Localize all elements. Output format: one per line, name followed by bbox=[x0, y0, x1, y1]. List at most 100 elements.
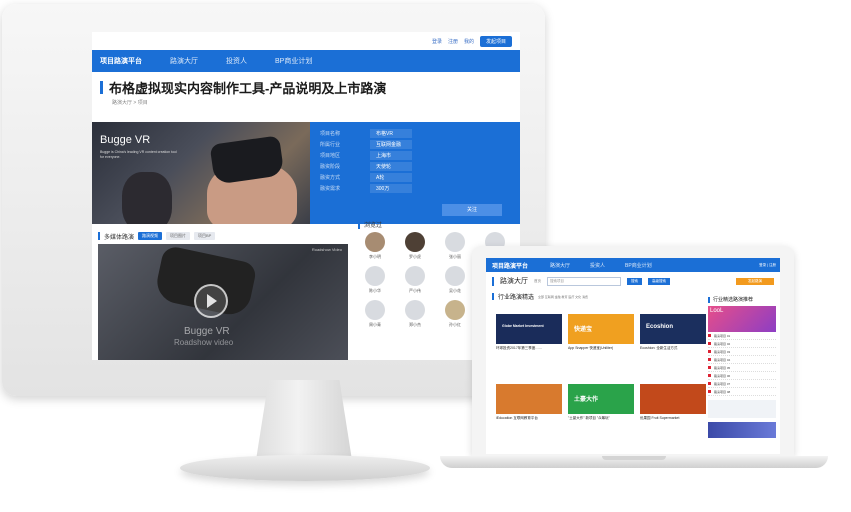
viewer-name: 陈小华 bbox=[369, 288, 381, 293]
viewer-item[interactable]: 周小青 bbox=[358, 300, 392, 328]
bullet-icon bbox=[708, 374, 711, 377]
login-register-link[interactable]: 登录 | 注册 bbox=[759, 263, 780, 268]
bullet-icon bbox=[708, 342, 711, 345]
viewer-item[interactable]: 罗小虎 bbox=[398, 232, 432, 260]
nav-item-bp[interactable]: BP商业计划 bbox=[261, 56, 326, 66]
sidebar-item-label: 路演项目 07 bbox=[714, 381, 731, 386]
avatar bbox=[445, 232, 465, 252]
sidebar-item-label: 路演项目 06 bbox=[714, 373, 731, 378]
viewer-name: 李小明 bbox=[369, 254, 381, 259]
info-key: 项目名称 bbox=[320, 131, 341, 137]
sidebar-list-item[interactable]: 路演项目 05 bbox=[708, 364, 776, 372]
viewer-name: 孙小红 bbox=[449, 322, 461, 327]
viewer-item[interactable]: 严小伟 bbox=[398, 266, 432, 294]
avatar bbox=[365, 300, 385, 320]
info-value: 互联网金融 bbox=[370, 140, 412, 149]
advanced-search-button[interactable]: 高级搜索 bbox=[648, 277, 670, 285]
laptop-notch bbox=[602, 456, 666, 460]
viewer-name: 郑小杰 bbox=[409, 322, 421, 327]
viewed-header: 浏览过 bbox=[358, 220, 382, 229]
industry-filters[interactable]: 全部 互联网 金融 教育 医疗 文化 消费 bbox=[538, 295, 588, 299]
bullet-icon bbox=[708, 350, 711, 353]
brand-logo[interactable]: 项目路演平台 bbox=[486, 261, 540, 270]
viewer-item[interactable]: 张小丽 bbox=[438, 232, 472, 260]
hero-blurb: Bugge is China's leading VR content crea… bbox=[100, 150, 177, 159]
sidebar-list-item[interactable]: 路演项目 04 bbox=[708, 356, 776, 364]
viewer-item[interactable]: 吴小花 bbox=[438, 266, 472, 294]
info-row: 融资需求 300万 bbox=[320, 183, 510, 194]
sidebar-banner[interactable]: LooL bbox=[708, 306, 776, 332]
viewer-name: 罗小虎 bbox=[409, 254, 421, 259]
video-tag: Roadshow Video bbox=[311, 247, 342, 252]
play-icon[interactable] bbox=[194, 284, 228, 318]
sidebar-item-label: 路演项目 08 bbox=[714, 389, 731, 394]
sub-accent bbox=[492, 276, 494, 286]
avatar bbox=[405, 266, 425, 286]
sidebar-item-label: 路演项目 02 bbox=[714, 341, 731, 346]
sidebar-title: 行业精选路演推荐 bbox=[713, 297, 754, 303]
breadcrumb[interactable]: 路演大厅 > 项目 bbox=[92, 99, 520, 110]
project-card[interactable]: 土豪大作 "土豪大作" 新项目 "众筹玩" bbox=[568, 384, 634, 448]
search-input[interactable]: 搜索项目 bbox=[547, 276, 621, 286]
tab-video[interactable]: 路演视频 bbox=[138, 232, 163, 240]
info-value: 上海市 bbox=[370, 151, 412, 160]
viewed-title: 浏览过 bbox=[364, 223, 383, 229]
nav-item-investors[interactable]: 投资人 bbox=[580, 262, 615, 269]
nav-item-investors[interactable]: 投资人 bbox=[212, 56, 261, 66]
sidebar-ad-banner[interactable] bbox=[708, 422, 776, 438]
viewer-item[interactable]: 陈小华 bbox=[358, 266, 392, 294]
my-link[interactable]: 我的 bbox=[464, 38, 474, 45]
viewer-item[interactable]: 孙小红 bbox=[438, 300, 472, 328]
project-card[interactable]: Ecoshion Ecoshion: 全新生活方式 bbox=[640, 314, 706, 378]
sidebar-list-item[interactable]: 路演项目 02 bbox=[708, 340, 776, 348]
sidebar-list-item[interactable]: 路演项目 07 bbox=[708, 380, 776, 388]
project-title: 布格虚拟现实内容制作工具-产品说明及上市路演 bbox=[109, 81, 387, 96]
follow-button[interactable]: 关注 bbox=[442, 204, 502, 216]
card-title: 环球投资2017年第三季度…… bbox=[496, 346, 543, 350]
hero-person-bg bbox=[122, 172, 172, 224]
info-row: 所属行业 互联网金融 bbox=[320, 139, 510, 150]
card-image-label: Ecoshion bbox=[646, 324, 674, 330]
sidebar-list-item[interactable]: 路演项目 08 bbox=[708, 388, 776, 396]
login-link[interactable]: 登录 bbox=[432, 38, 442, 45]
section-title: 行业路演精选 bbox=[498, 295, 535, 301]
info-value: A轮 bbox=[370, 173, 412, 182]
page-title: 路演大厅 bbox=[500, 278, 528, 285]
card-title: App Snapper 快递宝(Uniliter) bbox=[568, 346, 614, 350]
tab-bp[interactable]: 项目BP bbox=[194, 232, 216, 240]
tab-images[interactable]: 项目图片 bbox=[166, 232, 191, 240]
sidebar-accent bbox=[708, 296, 710, 303]
search-button[interactable]: 搜索 bbox=[627, 277, 642, 285]
bullet-icon bbox=[708, 334, 711, 337]
card-image-label: 土豪大作 bbox=[574, 397, 599, 403]
viewer-item[interactable]: 郑小杰 bbox=[398, 300, 432, 328]
breadcrumb[interactable]: 首页 bbox=[534, 279, 541, 284]
nav-item-roadshow[interactable]: 路演大厅 bbox=[540, 262, 580, 269]
publish-button[interactable]: 发起项目 bbox=[479, 35, 512, 47]
project-card[interactable]: 优果园 Fruit Supermarket bbox=[640, 384, 706, 448]
sidebar-list-item[interactable]: 路演项目 01 bbox=[708, 332, 776, 340]
card-title: Ecoshion: 全新生活方式 bbox=[640, 346, 678, 350]
viewer-name: 周小青 bbox=[369, 322, 381, 327]
viewer-item[interactable]: 李小明 bbox=[358, 232, 392, 260]
project-card[interactable]: iEducation 互联网教育平台 bbox=[496, 384, 562, 448]
brand-logo[interactable]: 项目路演平台 bbox=[92, 56, 156, 66]
sidebar-ad[interactable] bbox=[708, 400, 776, 418]
sidebar-list-item[interactable]: 路演项目 03 bbox=[708, 348, 776, 356]
project-card[interactable]: 快递宝 App Snapper 快递宝(Uniliter) bbox=[568, 314, 634, 378]
viewer-name: 吴小花 bbox=[449, 288, 461, 293]
sidebar-list-item[interactable]: 路演项目 06 bbox=[708, 372, 776, 380]
media-accent bbox=[98, 232, 100, 240]
viewed-accent bbox=[358, 220, 360, 229]
avatar bbox=[405, 232, 425, 252]
sidebar-item-label: 路演项目 01 bbox=[714, 333, 731, 338]
project-card[interactable]: Globe Market Investment 环球投资2017年第三季度…… bbox=[496, 314, 562, 378]
sidebar-item-label: 路演项目 03 bbox=[714, 349, 731, 354]
start-roadshow-button[interactable]: 发起路演 bbox=[736, 277, 774, 285]
nav-item-roadshow[interactable]: 路演大厅 bbox=[156, 56, 212, 66]
roadshow-video[interactable]: Bugge VR Roadshow video Roadshow Video bbox=[98, 244, 348, 360]
nav-item-bp[interactable]: BP商业计划 bbox=[615, 262, 662, 269]
info-value: 布格VR bbox=[370, 129, 412, 138]
featured-sidebar: 行业精选路演推荐 LooL 路演项目 01 路演项目 02 路演项目 03 路演… bbox=[708, 296, 776, 438]
register-link[interactable]: 注册 bbox=[448, 38, 458, 45]
